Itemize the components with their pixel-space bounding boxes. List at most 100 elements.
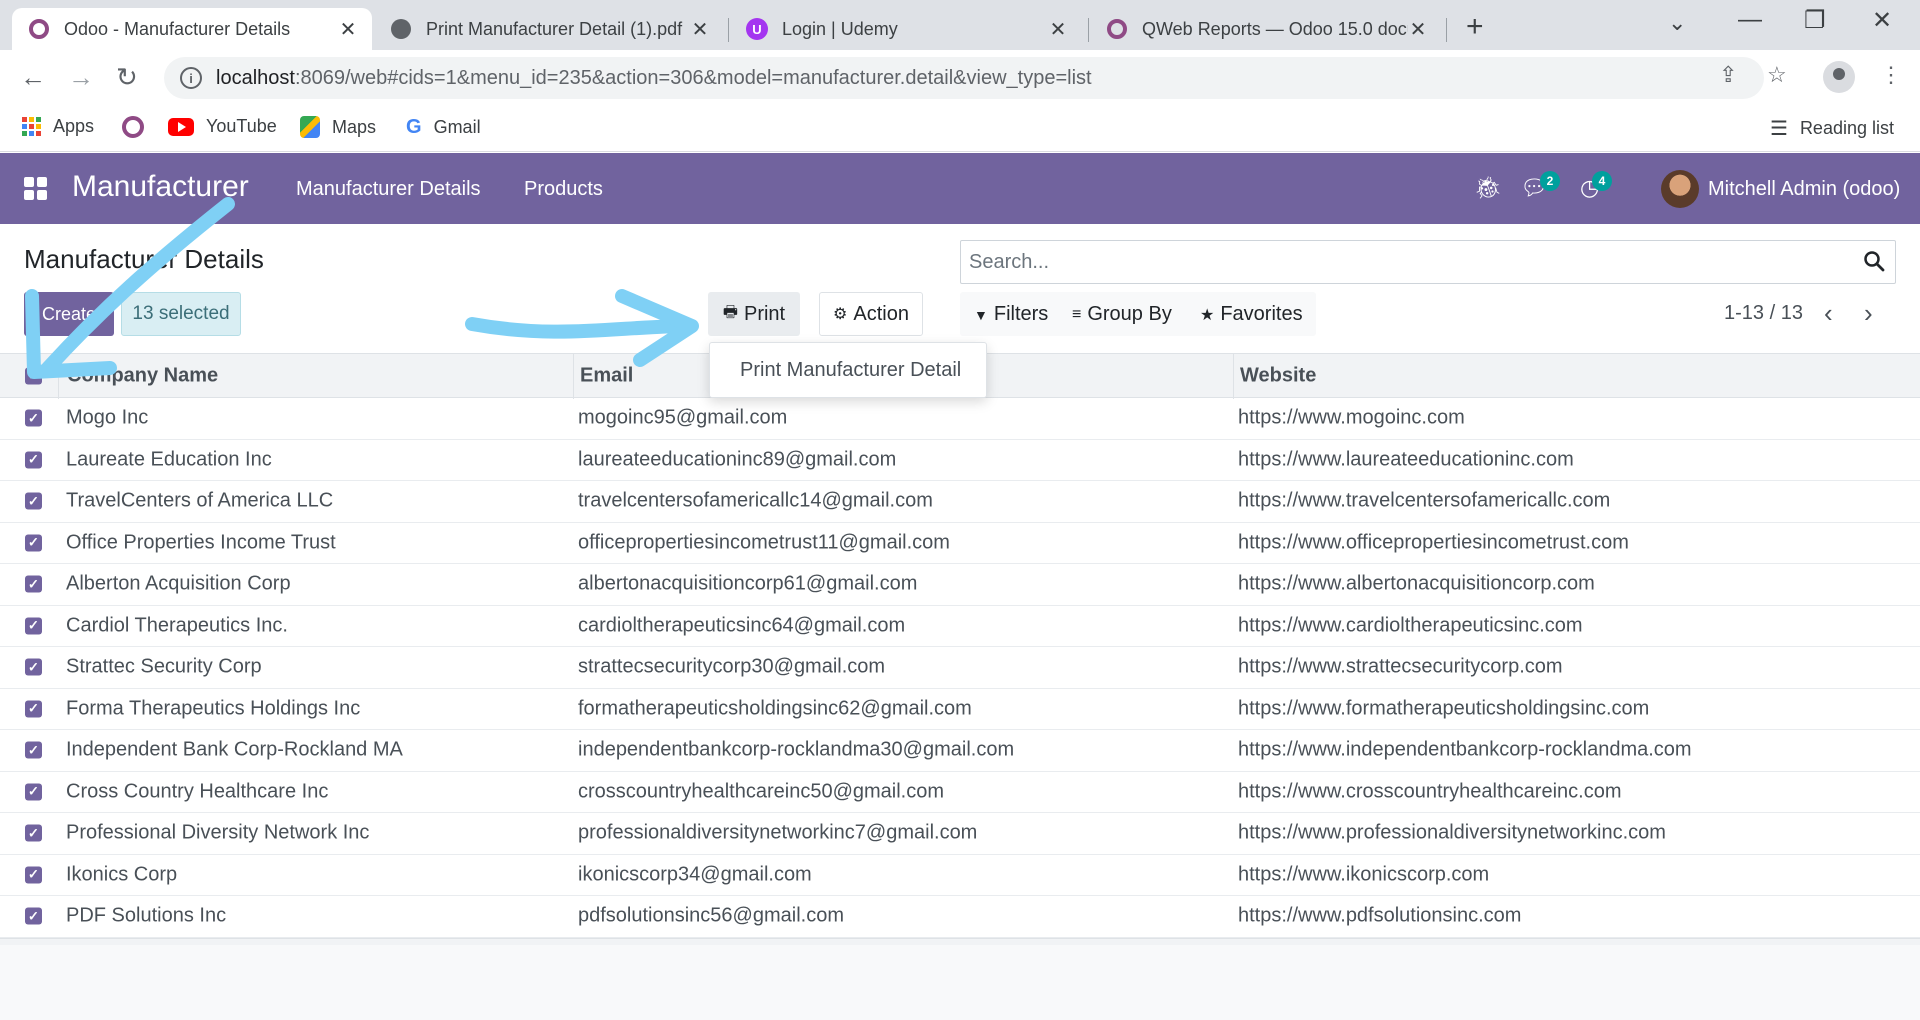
- window-close-icon[interactable]: ✕: [1872, 6, 1892, 35]
- cell-company-name: TravelCenters of America LLC: [66, 489, 334, 512]
- table-row[interactable]: ✓ Cardiol Therapeutics Inc. cardioltherape…: [0, 606, 1920, 647]
- restore-icon[interactable]: ❐: [1804, 6, 1826, 35]
- new-tab-plus-icon[interactable]: +: [1466, 10, 1484, 44]
- bookmark-maps[interactable]: Maps: [300, 116, 376, 138]
- search-icon[interactable]: [1863, 250, 1885, 272]
- close-icon[interactable]: ✕: [338, 17, 358, 42]
- cell-email: crosscountryhealthcareinc50@gmail.com: [578, 780, 945, 803]
- browser-tab-qweb[interactable]: QWeb Reports — Odoo 15.0 documentation ✕: [1090, 8, 1442, 50]
- row-checkbox[interactable]: ✓: [25, 451, 42, 469]
- forward-arrow-icon[interactable]: →: [68, 62, 94, 93]
- column-header-email[interactable]: Email: [580, 364, 633, 387]
- cell-company-name: Laureate Education Inc: [66, 448, 272, 471]
- back-arrow-icon[interactable]: ←: [20, 62, 46, 93]
- favorites-toggle[interactable]: ★ Favorites: [1200, 303, 1303, 326]
- table-row[interactable]: ✓ Strattec Security Corp strattecsecurityc…: [0, 647, 1920, 689]
- selected-count-badge[interactable]: 13 selected: [121, 292, 241, 336]
- row-checkbox[interactable]: ✓: [25, 907, 42, 925]
- bookmark-star-icon[interactable]: ☆: [1767, 62, 1787, 88]
- app-menu-grid-icon[interactable]: [24, 177, 47, 200]
- cell-company-name: Cross Country Healthcare Inc: [66, 780, 329, 803]
- create-button[interactable]: Create: [24, 292, 114, 336]
- pager-value[interactable]: 1-13 / 13: [1724, 302, 1803, 325]
- table-row[interactable]: ✓ Forma Therapeutics Holdings Inc formathe…: [0, 689, 1920, 730]
- search-input[interactable]: Search...: [960, 240, 1896, 284]
- row-checkbox[interactable]: ✓: [25, 700, 42, 718]
- cell-company-name: Strattec Security Corp: [66, 655, 262, 678]
- filters-toggle[interactable]: ▼ Filters: [974, 303, 1048, 326]
- table-row[interactable]: ✓ Independent Bank Corp-Rockland MA indepe…: [0, 730, 1920, 772]
- tab-search-chevron-icon[interactable]: ⌄: [1668, 10, 1686, 36]
- close-icon[interactable]: ✕: [690, 17, 710, 42]
- row-checkbox[interactable]: ✓: [25, 658, 42, 676]
- bookmark-youtube[interactable]: YouTube: [168, 116, 277, 137]
- browser-menu-icon[interactable]: ⋮: [1880, 62, 1902, 88]
- table-row[interactable]: ✓ Laureate Education Inc laureateeducation…: [0, 440, 1920, 481]
- close-icon[interactable]: ✕: [1048, 17, 1068, 42]
- debug-bug-icon[interactable]: 🐞︎: [1474, 175, 1502, 201]
- pager-next-icon[interactable]: ›: [1864, 298, 1873, 329]
- browser-tab-pdf[interactable]: Print Manufacturer Detail (1).pdf ✕: [374, 8, 724, 50]
- table-body: ✓ Mogo Inc mogoinc95@gmail.com https://www.…: [0, 398, 1920, 938]
- row-checkbox[interactable]: ✓: [25, 409, 42, 427]
- cell-website: https://www.albertonacquisitioncorp.com: [1238, 572, 1595, 595]
- print-label: Print: [743, 302, 786, 325]
- browser-tab-udemy[interactable]: U Login | Udemy ✕: [730, 8, 1082, 50]
- site-info-icon[interactable]: i: [180, 67, 202, 89]
- cell-website: https://www.mogoinc.com: [1238, 406, 1465, 429]
- row-checkbox[interactable]: ✓: [25, 534, 42, 552]
- cell-company-name: PDF Solutions Inc: [66, 904, 227, 927]
- cell-website: https://www.professionaldiversitynetwork…: [1238, 821, 1666, 844]
- table-row[interactable]: ✓ Ikonics Corp ikonicscorp34@gmail.com http…: [0, 855, 1920, 896]
- select-all-checkbox[interactable]: ✓: [25, 367, 42, 384]
- column-divider: [573, 354, 574, 399]
- cell-website: https://www.strattecsecuritycorp.com: [1238, 655, 1563, 678]
- list-view: ✓ Company Name Email Website ✓ Mogo Inc mo…: [0, 353, 1920, 950]
- browser-tab-odoo[interactable]: Odoo - Manufacturer Details ✕: [12, 8, 372, 50]
- page-title: Manufacturer Details: [24, 244, 264, 274]
- table-row[interactable]: ✓ Alberton Acquisition Corp albertonacquis…: [0, 564, 1920, 606]
- cell-email: pdfsolutionsinc56@gmail.com: [578, 904, 844, 927]
- table-row[interactable]: ✓ PDF Solutions Inc pdfsolutionsinc56@gmai…: [0, 896, 1920, 938]
- table-row[interactable]: ✓ TravelCenters of America LLC travelcente…: [0, 481, 1920, 523]
- close-icon[interactable]: ✕: [1408, 17, 1428, 42]
- print-manufacturer-detail-item[interactable]: Print Manufacturer Detail: [740, 359, 961, 382]
- cell-email: officepropertiesincometrust11@gmail.com: [578, 531, 950, 554]
- user-menu[interactable]: Mitchell Admin (odoo): [1708, 178, 1900, 201]
- group-by-toggle[interactable]: ≡ Group By: [1072, 303, 1172, 326]
- menu-products[interactable]: Products: [524, 178, 603, 201]
- table-row[interactable]: ✓ Office Properties Income Trust officepro…: [0, 523, 1920, 564]
- bookmark-gmail[interactable]: G Gmail: [406, 116, 481, 139]
- profile-avatar-icon[interactable]: [1823, 61, 1855, 93]
- row-checkbox[interactable]: ✓: [25, 783, 42, 801]
- row-checkbox[interactable]: ✓: [25, 575, 42, 593]
- reload-icon[interactable]: ↻: [116, 62, 138, 93]
- print-button[interactable]: 🖶 Print: [708, 292, 800, 336]
- printer-icon: 🖶: [722, 303, 738, 321]
- user-avatar[interactable]: [1661, 170, 1699, 208]
- reading-list-icon: ☰: [1770, 118, 1788, 140]
- minimize-icon[interactable]: —: [1738, 6, 1762, 34]
- column-header-company[interactable]: Company Name: [67, 364, 218, 387]
- reading-list[interactable]: ☰ Reading list: [1770, 116, 1894, 141]
- table-row[interactable]: ✓ Cross Country Healthcare Inc crosscountr…: [0, 772, 1920, 813]
- cell-email: albertonacquisitioncorp61@gmail.com: [578, 572, 918, 595]
- share-icon[interactable]: ⇪: [1719, 62, 1737, 88]
- column-header-website[interactable]: Website: [1240, 364, 1316, 387]
- menu-manufacturer-details[interactable]: Manufacturer Details: [296, 178, 481, 201]
- bookmark-label: Gmail: [433, 117, 481, 137]
- url-bar[interactable]: i localhost:8069/web#cids=1&menu_id=235&…: [164, 57, 1764, 99]
- cell-email: cardioltherapeuticsinc64@gmail.com: [578, 614, 906, 637]
- table-row[interactable]: ✓ Mogo Inc mogoinc95@gmail.com https://www.…: [0, 398, 1920, 440]
- bookmark-odoo[interactable]: [122, 116, 156, 138]
- row-checkbox[interactable]: ✓: [25, 492, 42, 510]
- pager-previous-icon[interactable]: ‹: [1824, 298, 1833, 329]
- row-checkbox[interactable]: ✓: [25, 741, 42, 759]
- row-checkbox[interactable]: ✓: [25, 824, 42, 842]
- action-button[interactable]: ⚙ Action: [819, 292, 923, 336]
- app-brand[interactable]: Manufacturer: [72, 170, 249, 204]
- bookmark-apps[interactable]: Apps: [22, 116, 94, 137]
- table-row[interactable]: ✓ Professional Diversity Network Inc profe…: [0, 813, 1920, 855]
- row-checkbox[interactable]: ✓: [25, 866, 42, 884]
- row-checkbox[interactable]: ✓: [25, 617, 42, 635]
